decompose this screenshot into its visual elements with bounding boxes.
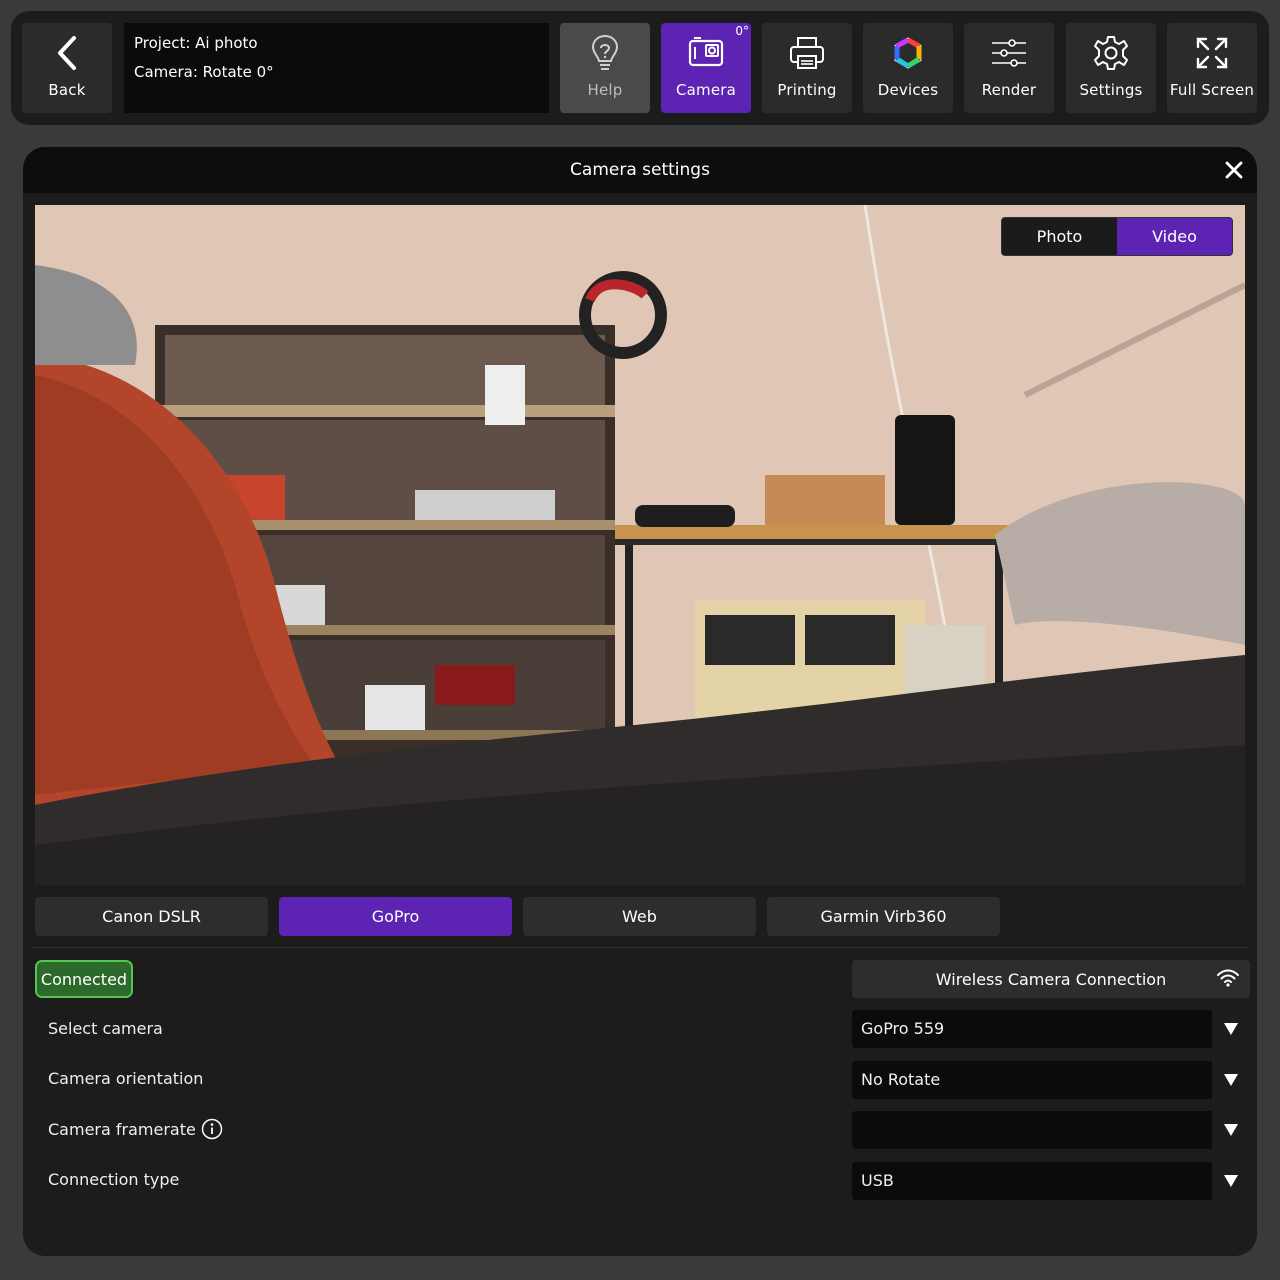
dropdown-arrow-icon xyxy=(1212,1061,1250,1099)
fullscreen-button[interactable]: Full Screen xyxy=(1167,23,1257,113)
select-camera-value: GoPro 559 xyxy=(861,1019,945,1038)
camera-orientation-value: No Rotate xyxy=(861,1070,941,1089)
camera-rotation-badge: 0° xyxy=(735,24,749,38)
devices-ring-icon xyxy=(890,33,926,73)
tab-web[interactable]: Web xyxy=(523,897,756,936)
video-mode-button[interactable]: Video xyxy=(1117,218,1232,255)
devices-button[interactable]: Devices xyxy=(863,23,953,113)
chevron-left-icon xyxy=(55,33,79,73)
connection-type-dropdown[interactable]: USB xyxy=(852,1162,1250,1200)
help-button[interactable]: Help xyxy=(560,23,650,113)
panel-title: Camera settings xyxy=(570,160,710,180)
wireless-label: Wireless Camera Connection xyxy=(935,969,1167,989)
gear-icon xyxy=(1093,33,1129,73)
dropdown-arrow-icon xyxy=(1212,1010,1250,1048)
fullscreen-icon xyxy=(1195,33,1229,73)
camera-button[interactable]: 0° Camera xyxy=(661,23,751,113)
dropdown-arrow-icon xyxy=(1212,1162,1250,1200)
dropdown-arrow-icon xyxy=(1212,1111,1250,1149)
sliders-icon xyxy=(990,33,1028,73)
wifi-icon xyxy=(1216,968,1240,992)
printer-icon xyxy=(789,33,825,73)
camera-icon xyxy=(688,33,724,73)
connection-type-value: USB xyxy=(861,1171,894,1190)
camera-label: Camera xyxy=(675,81,737,99)
camera-live-preview: Photo Video xyxy=(35,205,1245,885)
tab-garmin-virb360[interactable]: Garmin Virb360 xyxy=(767,897,1000,936)
project-name: Project: Ai photo xyxy=(134,34,258,52)
top-toolbar: Back Project: Ai photo Camera: Rotate 0°… xyxy=(11,11,1269,125)
tab-gopro[interactable]: GoPro xyxy=(279,897,512,936)
panel-header: Camera settings xyxy=(23,147,1257,193)
fullscreen-label: Full Screen xyxy=(1169,81,1255,99)
section-divider xyxy=(31,947,1249,948)
settings-button[interactable]: Settings xyxy=(1066,23,1156,113)
back-label: Back xyxy=(48,81,86,99)
help-label: Help xyxy=(587,81,623,99)
project-info: Project: Ai photo Camera: Rotate 0° xyxy=(124,23,549,113)
devices-label: Devices xyxy=(877,81,939,99)
camera-orientation-dropdown[interactable]: No Rotate xyxy=(852,1061,1250,1099)
wireless-camera-connection-button[interactable]: Wireless Camera Connection xyxy=(852,960,1250,998)
render-label: Render xyxy=(981,81,1037,99)
close-icon[interactable] xyxy=(1223,159,1245,181)
connection-type-label: Connection type xyxy=(48,1170,180,1189)
lightbulb-icon xyxy=(590,33,620,73)
camera-framerate-dropdown[interactable] xyxy=(852,1111,1250,1149)
camera-orientation-label: Camera orientation xyxy=(48,1069,204,1088)
camera-settings-panel: Camera settings Photo Video Canon DSLR G… xyxy=(23,147,1257,1256)
preview-scene xyxy=(35,205,1245,885)
select-camera-dropdown[interactable]: GoPro 559 xyxy=(852,1010,1250,1048)
camera-rotation-status: Camera: Rotate 0° xyxy=(134,63,274,81)
info-icon[interactable] xyxy=(201,1118,223,1140)
tab-canon-dslr[interactable]: Canon DSLR xyxy=(35,897,268,936)
settings-label: Settings xyxy=(1079,81,1143,99)
back-button[interactable]: Back xyxy=(22,23,112,113)
connection-status-badge: Connected xyxy=(35,960,133,998)
render-button[interactable]: Render xyxy=(964,23,1054,113)
select-camera-label: Select camera xyxy=(48,1019,163,1038)
printing-button[interactable]: Printing xyxy=(762,23,852,113)
photo-video-toggle: Photo Video xyxy=(1001,217,1233,256)
photo-mode-button[interactable]: Photo xyxy=(1002,218,1117,255)
printing-label: Printing xyxy=(777,81,837,99)
camera-framerate-label: Camera framerate xyxy=(48,1120,196,1139)
